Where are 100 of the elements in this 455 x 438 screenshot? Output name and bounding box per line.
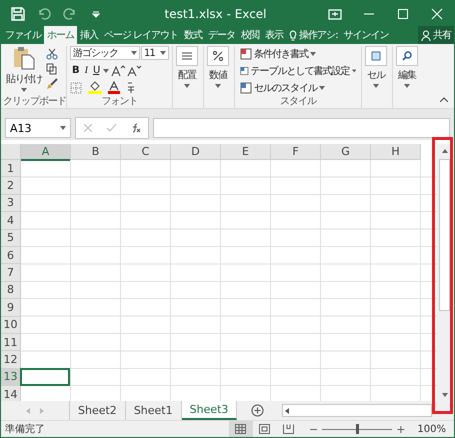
redo-icon[interactable] bbox=[63, 6, 77, 20]
window-title: test1.xlsx - Excel bbox=[163, 6, 268, 20]
selected-cell[interactable] bbox=[20, 368, 70, 386]
ribbon-tab[interactable]: 数式 bbox=[181, 26, 206, 44]
row-header[interactable]: 7 bbox=[1, 264, 21, 282]
column-header[interactable]: A bbox=[21, 144, 71, 161]
style-button[interactable]: 条件付き書式 bbox=[238, 46, 358, 61]
column-header[interactable]: F bbox=[271, 144, 321, 160]
down-arrow-icon bbox=[442, 392, 448, 396]
horizontal-scrollbar[interactable] bbox=[282, 404, 432, 417]
row-header[interactable]: 4 bbox=[1, 212, 21, 230]
ribbon-tab[interactable]: サインイン bbox=[340, 26, 392, 44]
save-icon[interactable] bbox=[11, 6, 25, 20]
style-icon bbox=[240, 82, 252, 94]
add-sheet-icon[interactable] bbox=[251, 404, 264, 417]
caret-icon bbox=[103, 68, 110, 72]
increase-font-icon[interactable] bbox=[111, 64, 126, 76]
row-header[interactable]: 5 bbox=[1, 230, 21, 247]
caret-icon bbox=[184, 84, 190, 88]
column-header[interactable]: B bbox=[71, 144, 121, 160]
font-name-field[interactable]: 游ゴシック bbox=[70, 46, 140, 60]
style-icon bbox=[240, 48, 252, 60]
style-button[interactable]: テーブルとして書式設定 bbox=[238, 63, 358, 78]
collapse-ribbon-icon[interactable] bbox=[440, 97, 448, 102]
ribbon-tab[interactable]: ホーム bbox=[44, 26, 77, 44]
name-box[interactable]: A13 bbox=[5, 118, 71, 138]
font-size-field[interactable]: 11 bbox=[141, 46, 169, 60]
caret-icon bbox=[60, 126, 66, 130]
borders-icon[interactable] bbox=[70, 82, 82, 94]
row-header[interactable]: 10 bbox=[1, 316, 21, 334]
number-button[interactable]: 数値 bbox=[207, 46, 229, 108]
ribbon-tab[interactable]: ページ レイアウト bbox=[101, 26, 182, 44]
ribbon-tab[interactable]: 校閲 bbox=[238, 26, 262, 44]
caret-icon bbox=[352, 68, 356, 72]
row-header[interactable]: 3 bbox=[1, 194, 21, 212]
ribbon-tab[interactable]: 挿入 bbox=[77, 26, 101, 44]
row-header[interactable]: 12 bbox=[1, 351, 21, 369]
cell-grid[interactable] bbox=[21, 160, 437, 401]
font-color-icon[interactable] bbox=[108, 81, 120, 94]
row-header[interactable]: 11 bbox=[1, 334, 21, 352]
page-icon bbox=[259, 424, 270, 434]
row-header[interactable]: 14 bbox=[1, 386, 21, 401]
caret-icon bbox=[373, 84, 379, 88]
column-header[interactable]: D bbox=[171, 144, 221, 160]
style-icon bbox=[240, 64, 249, 76]
row-header[interactable]: 9 bbox=[1, 299, 21, 317]
close-icon[interactable] bbox=[430, 6, 444, 20]
column-header[interactable]: C bbox=[121, 144, 171, 160]
group-label: クリップボード bbox=[3, 95, 66, 108]
row-header[interactable]: 6 bbox=[1, 246, 21, 264]
cells-button[interactable]: セル bbox=[365, 46, 387, 108]
column-header[interactable]: G bbox=[321, 144, 371, 160]
person-icon bbox=[421, 30, 431, 40]
style-button[interactable]: セルのスタイル bbox=[238, 80, 358, 95]
row-header[interactable]: 2 bbox=[1, 177, 21, 195]
zoom-percent[interactable]: 100% bbox=[417, 424, 446, 434]
ribbon-tab[interactable]: 表示 bbox=[262, 26, 286, 44]
row-header[interactable]: 8 bbox=[1, 282, 21, 300]
ribbon-tab[interactable]: ファイル bbox=[2, 26, 44, 44]
tell-me-field[interactable]: 操作アシ: bbox=[286, 26, 341, 44]
sheet-tab[interactable]: Sheet3 bbox=[182, 401, 238, 420]
brush-icon[interactable] bbox=[46, 78, 58, 90]
caret-icon bbox=[319, 86, 325, 90]
paste-button[interactable]: 貼り付け bbox=[6, 46, 42, 95]
decrease-font-icon[interactable] bbox=[127, 64, 142, 76]
column-header[interactable]: E bbox=[221, 144, 271, 160]
share-button[interactable]: 共有 bbox=[418, 26, 454, 44]
phonetic-icon[interactable] bbox=[126, 81, 136, 94]
caret-icon bbox=[131, 51, 137, 55]
up-arrow-icon bbox=[442, 148, 448, 152]
group-label: フォント bbox=[102, 95, 138, 108]
maximize-icon[interactable] bbox=[396, 6, 410, 20]
editing-button[interactable]: 編集 bbox=[396, 46, 418, 108]
italic-button[interactable]: I bbox=[82, 63, 89, 78]
bold-button[interactable]: B bbox=[70, 63, 81, 78]
ribbon-display-icon[interactable] bbox=[328, 6, 342, 20]
status-text: 準備完了 bbox=[5, 422, 46, 436]
grid-icon bbox=[235, 424, 246, 434]
column-header[interactable]: H bbox=[371, 144, 421, 160]
normal-view-button[interactable] bbox=[228, 421, 253, 437]
function-icon[interactable] bbox=[130, 123, 140, 133]
ribbon-tab[interactable]: データ bbox=[205, 26, 238, 44]
alignment-button[interactable]: 配置 bbox=[176, 46, 198, 108]
zoom-slider-thumb[interactable] bbox=[356, 424, 360, 434]
zoom-out-button[interactable]: − bbox=[308, 422, 318, 436]
zoom-in-button[interactable]: + bbox=[396, 422, 406, 436]
copy-icon[interactable] bbox=[46, 63, 58, 75]
row-header[interactable]: 1 bbox=[1, 160, 21, 178]
formula-field[interactable] bbox=[153, 118, 450, 138]
left-arrow-icon[interactable] bbox=[283, 408, 291, 414]
undo-icon[interactable] bbox=[37, 6, 51, 20]
scroll-thumb[interactable] bbox=[439, 159, 450, 311]
scissors-icon[interactable] bbox=[46, 48, 58, 60]
caret-icon bbox=[404, 84, 410, 88]
check-icon[interactable] bbox=[106, 124, 116, 132]
fill-color-icon[interactable] bbox=[88, 81, 102, 94]
caret-icon bbox=[310, 52, 316, 56]
caret-icon bbox=[160, 51, 166, 55]
lightbulb-icon bbox=[289, 30, 298, 40]
underline-button[interactable]: U bbox=[90, 63, 102, 78]
